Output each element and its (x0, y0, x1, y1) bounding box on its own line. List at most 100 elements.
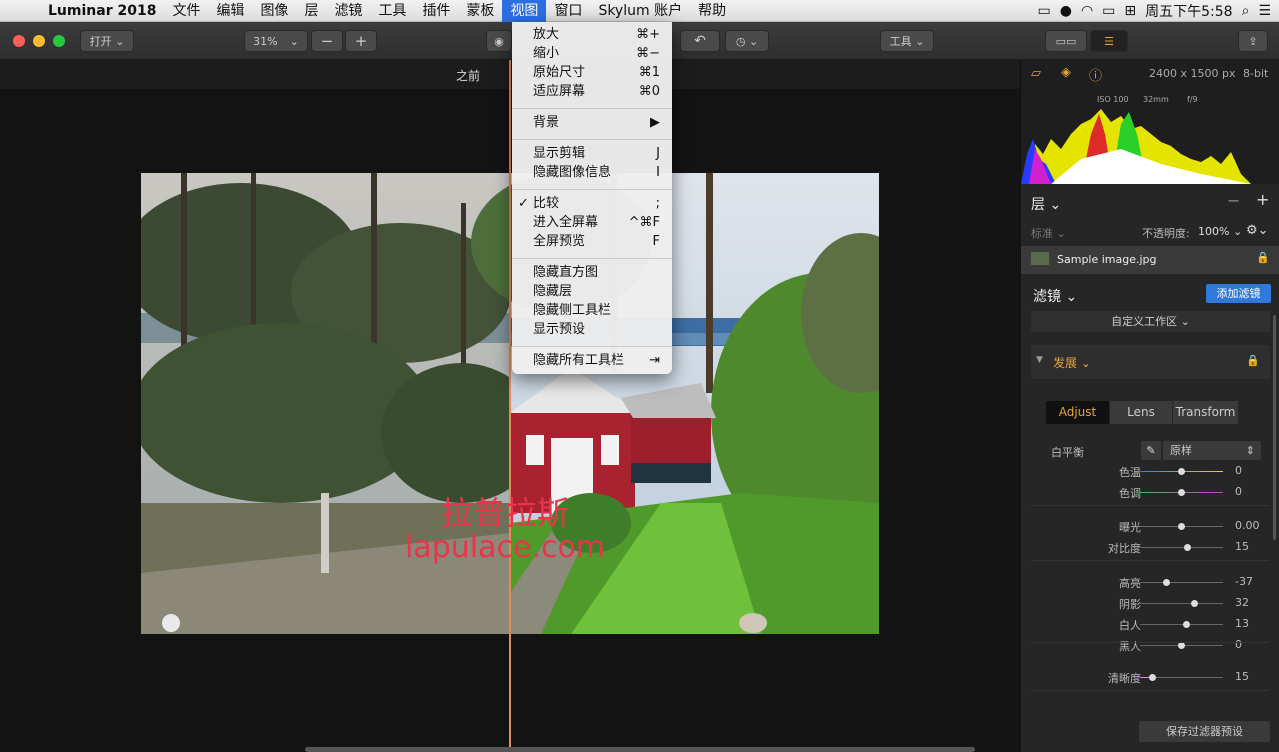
tools-dropdown[interactable]: 工具 ⌄ (880, 30, 934, 52)
add-filter-button[interactable]: 添加滤镜 (1206, 284, 1271, 303)
tab-adjust[interactable]: Adjust (1046, 401, 1109, 424)
slider-knob[interactable] (1191, 600, 1199, 607)
menu-item-zoom-in[interactable]: 放大 ⌘+ (512, 25, 672, 44)
slider-exposure[interactable]: 曝光 0.00 (1021, 516, 1279, 537)
menu-file[interactable]: 文件 (164, 0, 208, 22)
histogram-icon[interactable]: ▱ (1031, 66, 1041, 81)
notification-center-icon[interactable]: ☰ (1258, 3, 1271, 19)
menu-mask[interactable]: 蒙板 (458, 0, 502, 22)
zoom-out-button[interactable]: − (311, 30, 343, 52)
slider-knob[interactable] (1178, 523, 1185, 530)
tab-transform[interactable]: Transform (1173, 401, 1238, 424)
undo-button[interactable]: ↶ (680, 30, 720, 52)
menubar-clock[interactable]: 周五下午5:58 (1145, 1, 1232, 21)
minimize-window-button[interactable] (33, 35, 45, 47)
slider-contrast[interactable]: 对比度 15 (1021, 537, 1279, 558)
eyedropper-button[interactable]: ✎ (1141, 441, 1161, 460)
menu-item-fullscreen-preview[interactable]: 全屏预览 F (512, 232, 672, 251)
close-window-button[interactable] (13, 35, 25, 47)
menu-edit[interactable]: 编辑 (208, 0, 252, 22)
info-icon[interactable]: ⓘ (1089, 65, 1102, 84)
menu-item-actual-size[interactable]: 原始尺寸 ⌘1 (512, 63, 672, 82)
menu-item-show-clipping[interactable]: 显示剪辑 J (512, 144, 672, 163)
image-size: 2400 x 1500 px (1149, 67, 1236, 80)
menu-item-hide-histogram[interactable]: 隐藏直方图 (512, 263, 672, 282)
compare-eye-button[interactable]: ◉ (486, 30, 512, 52)
menu-help[interactable]: 帮助 (690, 0, 734, 22)
menu-item-hide-all-toolbars[interactable]: 隐藏所有工具栏 ⇥ (512, 351, 672, 370)
menu-item-fit-screen[interactable]: 适应屏幕 ⌘0 (512, 82, 672, 101)
zoom-window-button[interactable] (53, 35, 65, 47)
blend-mode-select[interactable]: 标准 ⌄ (1031, 225, 1066, 241)
compare-split-line[interactable] (509, 60, 511, 752)
slider-highlights[interactable]: 高亮 -37 (1021, 572, 1279, 593)
remove-layer-button[interactable]: − (1227, 191, 1240, 210)
menu-item-background[interactable]: 背景 ▶ (512, 113, 672, 132)
tab-lens[interactable]: Lens (1110, 401, 1172, 424)
slider-track[interactable] (1140, 603, 1223, 604)
menu-layer[interactable]: 层 (296, 0, 326, 22)
panel-scrollbar[interactable] (1273, 315, 1276, 540)
opacity-select[interactable]: 100% ⌄ (1198, 225, 1242, 238)
airplay-icon[interactable]: ▭ (1038, 3, 1051, 19)
slider-knob[interactable] (1148, 674, 1156, 681)
menu-account[interactable]: Skylum 账户 (590, 0, 690, 22)
slider-knob[interactable] (1184, 544, 1192, 551)
slider-track[interactable] (1140, 547, 1223, 548)
spotlight-icon[interactable]: ⌕ (1242, 3, 1250, 19)
horizontal-scrollbar[interactable] (305, 747, 975, 752)
menu-item-hide-side-toolbar[interactable]: 隐藏侧工具栏 (512, 301, 672, 320)
filter-lock-icon[interactable]: 🔒 (1246, 354, 1260, 367)
layers-title[interactable]: 层 ⌄ (1031, 194, 1061, 214)
slider-knob[interactable] (1162, 579, 1170, 586)
input-method-icon[interactable]: ⊞ (1124, 3, 1136, 19)
right-panel: ▱ ◈ ⓘ 2400 x 1500 px 8-bit ISO 100 32mm … (1020, 60, 1279, 752)
open-button[interactable]: 打开 ⌄ (80, 30, 134, 52)
menu-view[interactable]: 视图 (502, 0, 547, 22)
layers-stack-icon[interactable]: ◈ (1061, 65, 1071, 80)
save-preset-button[interactable]: 保存过滤器预设 (1139, 721, 1270, 742)
menu-filter[interactable]: 滤镜 (326, 0, 370, 22)
slider-shadows[interactable]: 阴影 32 (1021, 593, 1279, 614)
menu-item-compare[interactable]: ✓ 比较; (512, 194, 672, 213)
menu-item-show-presets[interactable]: 显示预设 (512, 320, 672, 339)
layer-row[interactable]: Sample image.jpg 🔒 (1021, 246, 1279, 274)
zoom-in-button[interactable]: + (345, 30, 377, 52)
develop-filter-header[interactable]: ▼ 发展 ⌄ 🔒 (1031, 345, 1270, 379)
menu-item-hide-image-info[interactable]: 隐藏图像信息 I (512, 163, 672, 182)
collapse-triangle-icon[interactable]: ▼ (1036, 355, 1043, 365)
slider-whites[interactable]: 白人 13 (1021, 614, 1279, 635)
share-button[interactable]: ⇪ (1238, 30, 1268, 52)
wifi-icon[interactable]: ◠ (1081, 3, 1093, 19)
workspace-select[interactable]: 自定义工作区 ⌄ (1031, 311, 1270, 332)
slider-track[interactable] (1140, 582, 1223, 583)
slider-knob[interactable] (1178, 489, 1185, 496)
add-layer-button[interactable]: + (1256, 190, 1269, 209)
battery-icon[interactable]: ▭ (1102, 3, 1115, 19)
menu-item-enter-fullscreen[interactable]: 进入全屏幕 ^⌘F (512, 213, 672, 232)
filters-title[interactable]: 滤镜 ⌄ (1033, 286, 1077, 306)
slider-blacks[interactable]: 黑人 0 (1021, 635, 1279, 656)
zoom-select[interactable]: 31% ⌄ (244, 30, 308, 52)
filters-toggle-button[interactable]: ☰ (1090, 30, 1128, 52)
slider-temperature[interactable]: 色温 0 (1021, 461, 1279, 482)
menu-plugins[interactable]: 插件 (414, 0, 458, 22)
qq-icon[interactable]: ● (1060, 3, 1072, 19)
slider-clarity[interactable]: 清晰度 15 (1021, 667, 1279, 688)
menu-app[interactable]: Luminar 2018 (40, 0, 164, 22)
white-balance-select[interactable]: 原样 ⇕ (1163, 441, 1261, 460)
presets-toggle-button[interactable]: ▭▭ (1045, 30, 1087, 52)
slider-track[interactable] (1140, 624, 1223, 625)
slider-knob[interactable] (1178, 468, 1185, 475)
slider-knob[interactable] (1178, 642, 1185, 649)
slider-knob[interactable] (1183, 621, 1191, 628)
menu-window[interactable]: 窗口 (546, 0, 590, 22)
lock-icon[interactable]: 🔒 (1256, 251, 1270, 264)
layer-settings-icon[interactable]: ⚙⌄ (1246, 223, 1269, 238)
menu-image[interactable]: 图像 (252, 0, 296, 22)
menu-item-zoom-out[interactable]: 缩小 ⌘− (512, 44, 672, 63)
history-button[interactable]: ◷ ⌄ (725, 30, 769, 52)
slider-tint[interactable]: 色调 0 (1021, 482, 1279, 503)
menu-item-hide-layers[interactable]: 隐藏层 (512, 282, 672, 301)
menu-tools[interactable]: 工具 (370, 0, 414, 22)
